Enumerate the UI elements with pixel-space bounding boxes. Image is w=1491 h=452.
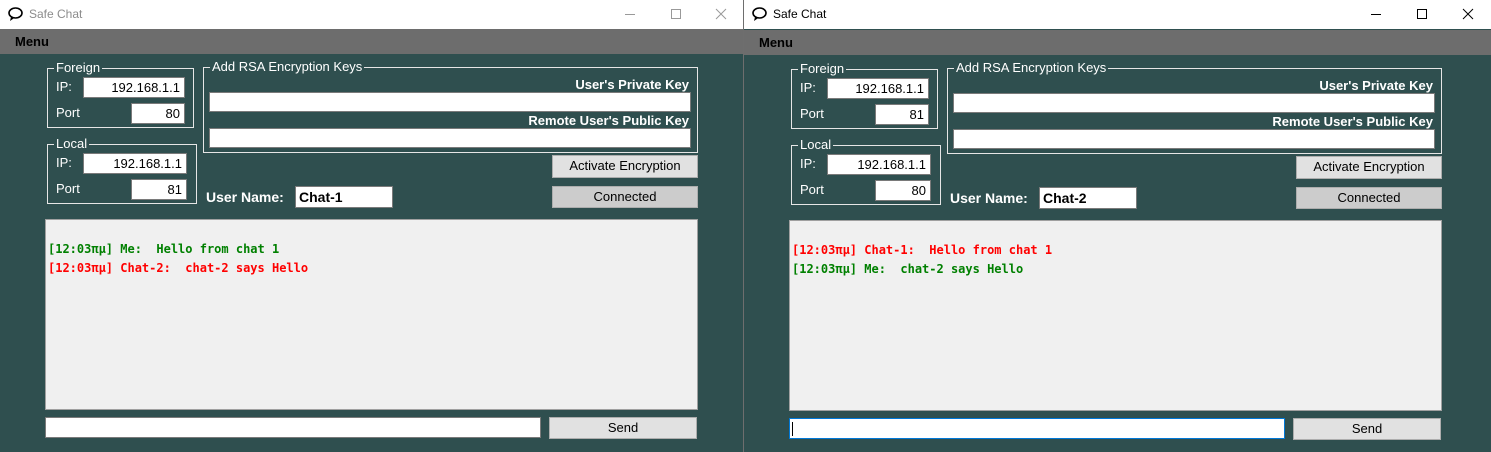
foreign-port-field[interactable]: 80	[131, 103, 185, 124]
username-label: User Name:	[206, 189, 284, 205]
local-group: Local IP: 192.168.1.1 Port 80	[791, 137, 941, 205]
minimize-button[interactable]	[607, 0, 653, 29]
foreign-group: Foreign IP: 192.168.1.1 Port 80	[47, 60, 194, 128]
title-bar[interactable]: Safe Chat	[0, 0, 743, 29]
local-port-label: Port	[800, 182, 824, 197]
foreign-ip-label: IP:	[800, 80, 816, 95]
close-button[interactable]	[698, 0, 743, 29]
public-key-label: Remote User's Public Key	[1272, 114, 1433, 129]
rsa-keys-group: Add RSA Encryption Keys User's Private K…	[203, 59, 698, 153]
public-key-field[interactable]	[209, 128, 691, 148]
maximize-button[interactable]	[1399, 0, 1445, 29]
private-key-field[interactable]	[953, 93, 1435, 113]
local-legend: Local	[54, 136, 90, 151]
rsa-legend: Add RSA Encryption Keys	[954, 60, 1109, 75]
foreign-ip-field[interactable]: 192.168.1.1	[83, 77, 185, 98]
public-key-label: Remote User's Public Key	[528, 113, 689, 128]
local-legend: Local	[798, 137, 834, 152]
chat-window-1: Safe Chat Menu Foreign IP: 192.168.1.1 P…	[0, 0, 743, 452]
menu-bar: Menu	[744, 30, 1491, 55]
local-ip-label: IP:	[56, 155, 72, 170]
message-input[interactable]	[45, 417, 541, 438]
chat-message: [12:03πμ] Chat-2: chat-2 says Hello	[48, 261, 309, 275]
chat-message: [12:03πμ] Me: Hello from chat 1	[48, 242, 280, 256]
private-key-label: User's Private Key	[575, 77, 689, 92]
chat-bubble-icon	[8, 7, 23, 22]
local-ip-field[interactable]: 192.168.1.1	[83, 153, 187, 174]
username-field[interactable]: Chat-1	[295, 186, 393, 208]
menu-item[interactable]: Menu	[759, 35, 793, 50]
title-bar[interactable]: Safe Chat	[744, 0, 1491, 29]
chat-window-2: Safe Chat Menu Foreign IP: 192.168.1.1 P…	[744, 0, 1491, 452]
foreign-group: Foreign IP: 192.168.1.1 Port 81	[791, 61, 938, 129]
private-key-label: User's Private Key	[1319, 78, 1433, 93]
activate-encryption-button[interactable]: Activate Encryption	[552, 155, 698, 178]
local-port-field[interactable]: 81	[131, 179, 187, 200]
chat-log[interactable]: [12:03πμ] Chat-1: Hello from chat 1 [12:…	[789, 220, 1442, 411]
chat-message: [12:03πμ] Me: chat-2 says Hello	[792, 262, 1024, 276]
window-title: Safe Chat	[773, 7, 827, 21]
send-button[interactable]: Send	[1293, 418, 1441, 440]
foreign-legend: Foreign	[54, 60, 103, 75]
public-key-field[interactable]	[953, 129, 1435, 149]
rsa-keys-group: Add RSA Encryption Keys User's Private K…	[947, 60, 1442, 154]
chat-bubble-icon	[752, 7, 767, 22]
username-label: User Name:	[950, 190, 1028, 206]
connection-status-button[interactable]: Connected	[552, 186, 698, 208]
window-title: Safe Chat	[29, 7, 83, 21]
foreign-port-label: Port	[56, 105, 80, 120]
local-group: Local IP: 192.168.1.1 Port 81	[47, 136, 197, 204]
chat-log[interactable]: [12:03πμ] Me: Hello from chat 1 [12:03πμ…	[45, 219, 698, 410]
maximize-button[interactable]	[653, 0, 699, 29]
local-port-field[interactable]: 80	[875, 180, 931, 201]
chat-message: [12:03πμ] Chat-1: Hello from chat 1	[792, 243, 1053, 257]
close-button[interactable]	[1445, 0, 1491, 29]
foreign-ip-label: IP:	[56, 79, 72, 94]
local-ip-label: IP:	[800, 156, 816, 171]
local-port-label: Port	[56, 181, 80, 196]
send-button[interactable]: Send	[549, 417, 697, 439]
menu-item[interactable]: Menu	[15, 34, 49, 49]
foreign-legend: Foreign	[798, 61, 847, 76]
foreign-port-label: Port	[800, 106, 824, 121]
local-ip-field[interactable]: 192.168.1.1	[827, 154, 931, 175]
activate-encryption-button[interactable]: Activate Encryption	[1296, 156, 1442, 179]
menu-bar: Menu	[0, 29, 743, 54]
foreign-ip-field[interactable]: 192.168.1.1	[827, 78, 929, 99]
message-input[interactable]	[789, 418, 1285, 439]
foreign-port-field[interactable]: 81	[875, 104, 929, 125]
minimize-button[interactable]	[1353, 0, 1399, 29]
private-key-field[interactable]	[209, 92, 691, 112]
rsa-legend: Add RSA Encryption Keys	[210, 59, 365, 74]
text-caret	[792, 422, 793, 436]
connection-status-button[interactable]: Connected	[1296, 187, 1442, 209]
username-field[interactable]: Chat-2	[1039, 187, 1137, 209]
